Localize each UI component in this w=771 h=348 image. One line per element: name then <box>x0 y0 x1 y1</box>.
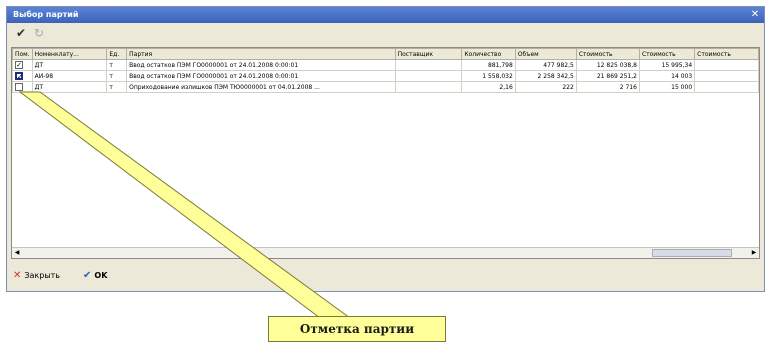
table-cell: ДТ <box>31 81 108 93</box>
confirm-icon: ✔ <box>83 270 92 281</box>
table-cell: 1 558,032 <box>461 70 516 82</box>
table-cell: 881,798 <box>461 59 516 71</box>
close-button-label: Закрыть <box>24 271 61 280</box>
column-header[interactable]: Количество <box>461 48 516 60</box>
row-checkbox[interactable]: ✓ <box>15 72 23 81</box>
table-cell <box>694 59 759 71</box>
table-cell <box>694 70 759 82</box>
title-bar: Выбор партий ✕ <box>7 7 764 23</box>
toolbar: ✔ ↻ <box>7 23 764 43</box>
column-header[interactable]: Номенклату... <box>31 48 108 60</box>
column-header[interactable]: Стоимость <box>638 48 696 60</box>
table-cell: т <box>106 59 128 71</box>
callout-label: Отметка партии <box>268 316 446 342</box>
column-header[interactable]: Ед. <box>106 48 128 60</box>
close-button[interactable]: ✕ Закрыть <box>13 269 60 283</box>
table-cell: 477 982,5 <box>514 59 577 71</box>
table-cell: Оприходование излишков ПЭМ ТЮ0000001 от … <box>126 81 396 93</box>
column-header[interactable]: Объем <box>514 48 577 60</box>
column-header[interactable]: Партия <box>126 48 396 60</box>
batch-selection-window: Выбор партий ✕ ✔ ↻ Пом. Номенклату... Ед… <box>6 6 765 292</box>
table-cell <box>694 81 759 93</box>
table-cell: 15 995,34 <box>638 59 696 71</box>
table-cell: 222 <box>514 81 577 93</box>
refresh-icon[interactable]: ↻ <box>31 26 47 40</box>
close-icon[interactable]: ✕ <box>749 7 761 23</box>
horizontal-scrollbar[interactable]: ◀ ▶ <box>12 247 759 258</box>
table-cell: 21 869 251,2 <box>575 70 640 82</box>
ok-button[interactable]: ✔ OK <box>83 269 107 283</box>
table-cell: т <box>106 70 128 82</box>
table-cell: т <box>106 81 128 93</box>
table-cell <box>394 70 463 82</box>
table-cell: 2,16 <box>461 81 516 93</box>
table-cell: ДТ <box>31 59 108 71</box>
scroll-left-icon[interactable]: ◀ <box>12 248 22 258</box>
table-cell: 14 003 <box>638 70 696 82</box>
column-header[interactable]: Поставщик <box>394 48 463 60</box>
table-cell <box>394 59 463 71</box>
table-cell: АИ-98 <box>31 70 108 82</box>
table-cell: 15 000 <box>638 81 696 93</box>
column-header[interactable]: Стоимость <box>694 48 759 60</box>
table-row[interactable]: ДТ т Оприходование излишков ПЭМ ТЮ000000… <box>12 81 759 93</box>
table-cell: 2 258 342,5 <box>514 70 577 82</box>
table-cell: Ввод остатков ПЭМ ГО0000001 от 24.01.200… <box>126 70 396 82</box>
row-checkbox[interactable] <box>15 83 23 91</box>
check-icon[interactable]: ✔ <box>13 26 29 40</box>
close-icon: ✕ <box>13 270 22 281</box>
table-header: Пом. Номенклату... Ед. Партия Поставщик … <box>12 48 759 60</box>
column-header[interactable]: Пом. <box>12 48 33 60</box>
batch-table: Пом. Номенклату... Ед. Партия Поставщик … <box>11 47 760 259</box>
bottom-bar: ✕ Закрыть ✔ OK <box>7 265 764 287</box>
column-header[interactable]: Стоимость <box>575 48 640 60</box>
scroll-thumb[interactable] <box>652 249 732 257</box>
scroll-right-icon[interactable]: ▶ <box>749 248 759 258</box>
ok-button-label: OK <box>94 271 108 280</box>
row-checkbox[interactable]: ✓ <box>15 61 23 69</box>
table-cell: Ввод остатков ПЭМ ГО0000001 от 24.01.200… <box>126 59 396 71</box>
table-row[interactable]: ✓ АИ-98 т Ввод остатков ПЭМ ГО0000001 от… <box>12 70 759 82</box>
window-title: Выбор партий <box>13 10 79 19</box>
table-cell: 12 825 038,8 <box>575 59 640 71</box>
table-cell <box>394 81 463 93</box>
table-row[interactable]: ✓ ДТ т Ввод остатков ПЭМ ГО0000001 от 24… <box>12 59 759 71</box>
table-cell: 2 716 <box>575 81 640 93</box>
